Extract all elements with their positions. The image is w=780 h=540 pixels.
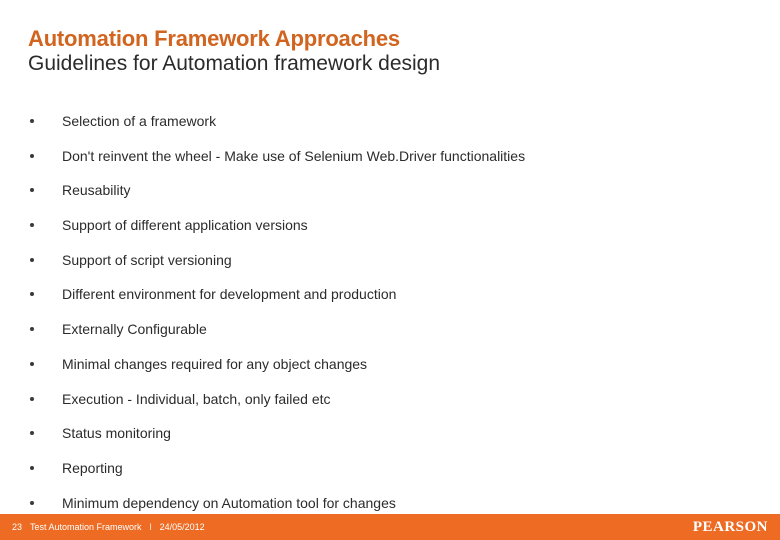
list-item: Reusability <box>28 181 760 199</box>
bullet-text: Support of script versioning <box>62 251 232 269</box>
list-item: Support of different application version… <box>28 216 760 234</box>
slide: Automation Framework Approaches Guidelin… <box>0 0 780 540</box>
list-item: Reporting <box>28 459 760 477</box>
list-item: Externally Configurable <box>28 320 760 338</box>
bullet-text: Reusability <box>62 181 130 199</box>
footer-date: 24/05/2012 <box>160 522 205 532</box>
footer-separator: l <box>150 522 152 532</box>
bullet-icon <box>30 292 34 296</box>
list-item: Different environment for development an… <box>28 285 760 303</box>
bullet-text: Execution - Individual, batch, only fail… <box>62 390 331 408</box>
bullet-text: Reporting <box>62 459 123 477</box>
bullet-icon <box>30 362 34 366</box>
bullet-text: Minimum dependency on Automation tool fo… <box>62 494 396 512</box>
slide-title: Automation Framework Approaches <box>28 26 760 52</box>
bullet-icon <box>30 466 34 470</box>
footer-doc-title: Test Automation Framework <box>30 522 142 532</box>
list-item: Minimal changes required for any object … <box>28 355 760 373</box>
bullet-icon <box>30 501 34 505</box>
list-item: Minimum dependency on Automation tool fo… <box>28 494 760 512</box>
list-item: Don't reinvent the wheel - Make use of S… <box>28 147 760 165</box>
bullet-icon <box>30 188 34 192</box>
bullet-icon <box>30 431 34 435</box>
bullet-icon <box>30 397 34 401</box>
heading-block: Automation Framework Approaches Guidelin… <box>28 26 760 77</box>
list-item: Status monitoring <box>28 424 760 442</box>
bullet-text: Minimal changes required for any object … <box>62 355 367 373</box>
bullet-list: Selection of a framework Don't reinvent … <box>28 112 760 528</box>
list-item: Execution - Individual, batch, only fail… <box>28 390 760 408</box>
bullet-text: Externally Configurable <box>62 320 207 338</box>
bullet-text: Don't reinvent the wheel - Make use of S… <box>62 147 525 165</box>
page-number: 23 <box>12 522 22 532</box>
footer-left: 23 Test Automation Framework l 24/05/201… <box>12 522 205 532</box>
brand-logo: PEARSON <box>693 519 768 536</box>
bullet-text: Different environment for development an… <box>62 285 396 303</box>
bullet-icon <box>30 258 34 262</box>
bullet-text: Support of different application version… <box>62 216 308 234</box>
list-item: Support of script versioning <box>28 251 760 269</box>
bullet-text: Status monitoring <box>62 424 171 442</box>
bullet-icon <box>30 327 34 331</box>
footer-bar: 23 Test Automation Framework l 24/05/201… <box>0 514 780 540</box>
bullet-icon <box>30 154 34 158</box>
bullet-icon <box>30 223 34 227</box>
bullet-text: Selection of a framework <box>62 112 216 130</box>
bullet-icon <box>30 119 34 123</box>
list-item: Selection of a framework <box>28 112 760 130</box>
slide-subtitle: Guidelines for Automation framework desi… <box>28 52 760 77</box>
